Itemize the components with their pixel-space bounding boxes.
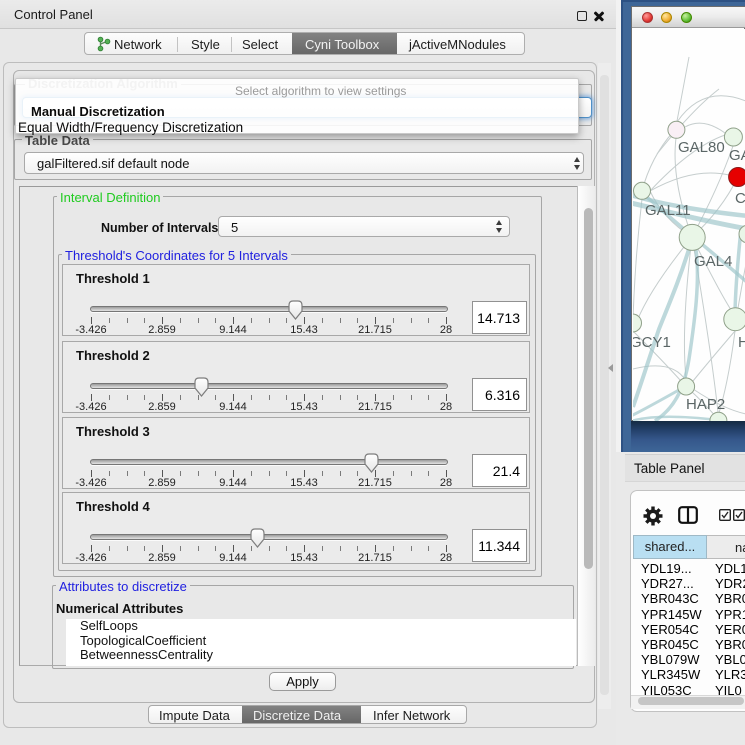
svg-text:GCY1: GCY1	[633, 334, 671, 351]
svg-text:H: H	[738, 334, 745, 351]
svg-text:GAL4: GAL4	[694, 253, 732, 270]
svg-text:GA: GA	[729, 147, 745, 164]
svg-text:C: C	[735, 190, 745, 207]
svg-text:GAL11: GAL11	[645, 202, 691, 219]
svg-text:HAP2: HAP2	[686, 396, 725, 413]
svg-text:GAL80: GAL80	[678, 139, 725, 156]
